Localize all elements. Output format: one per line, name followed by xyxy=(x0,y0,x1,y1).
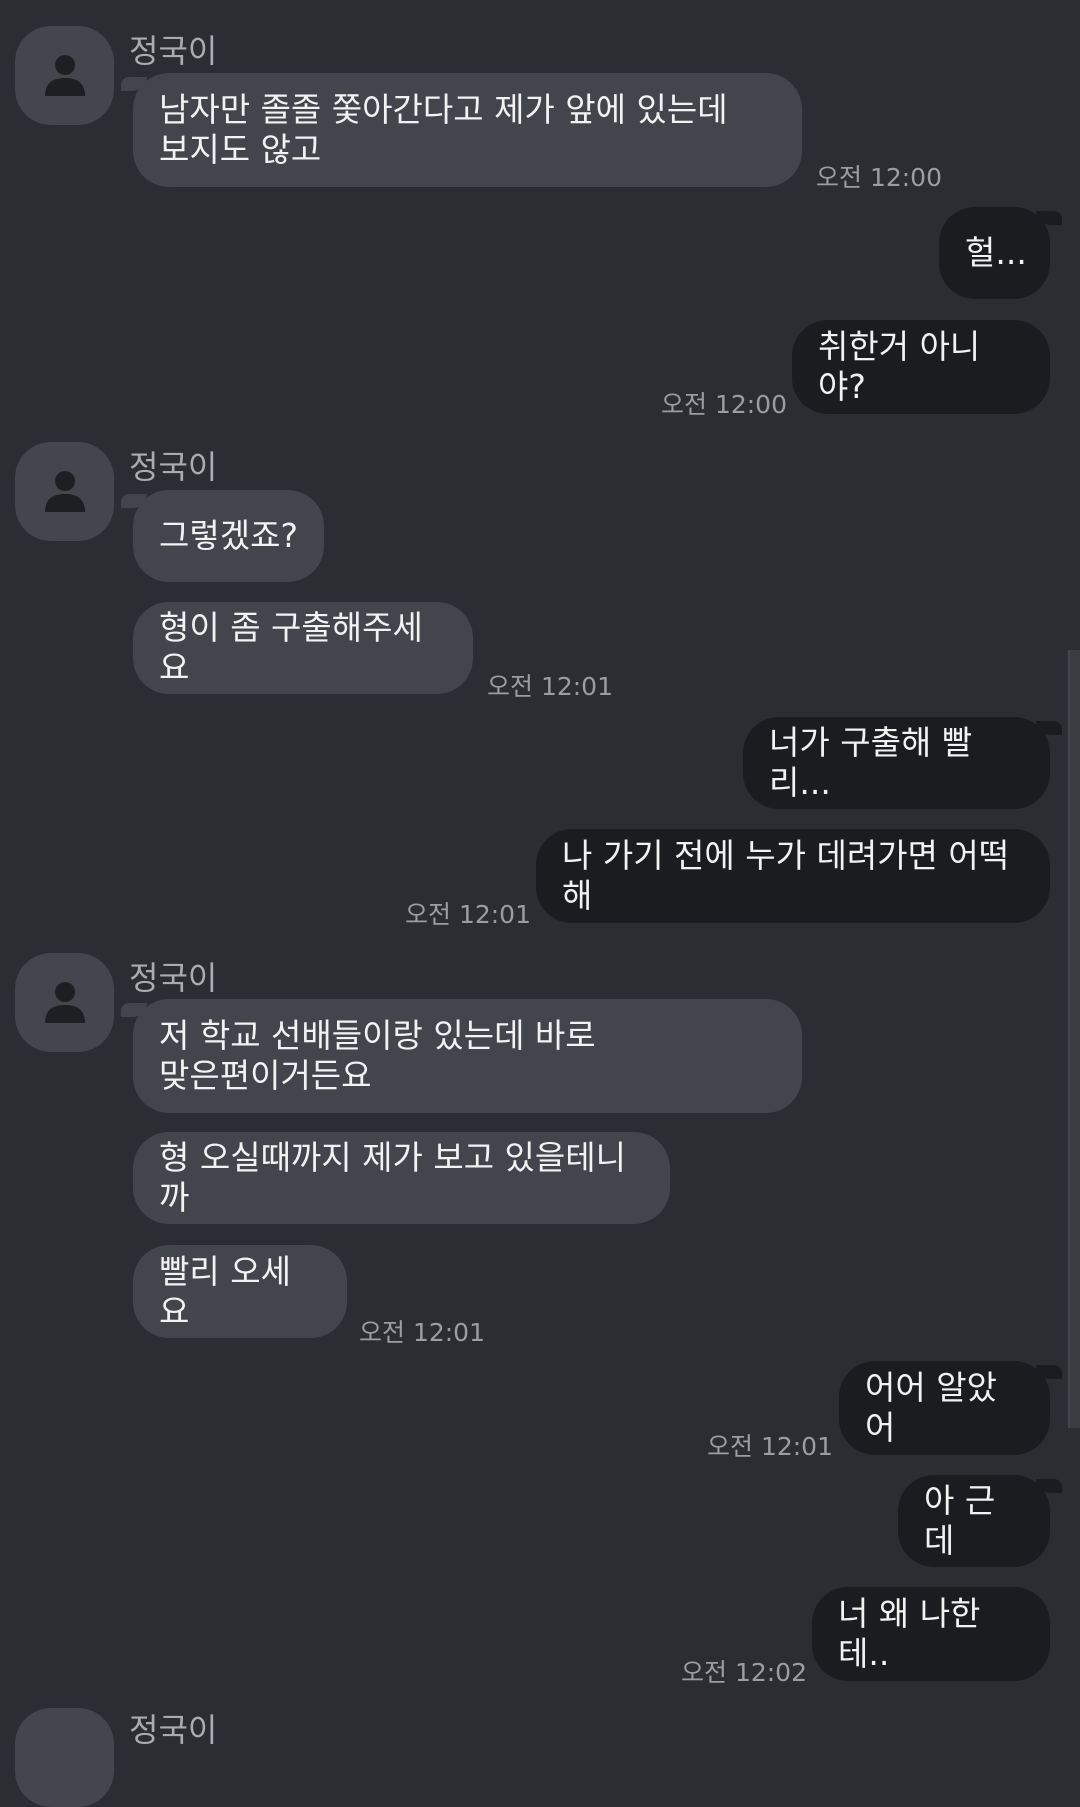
message-bubble-incoming[interactable]: 저 학교 선배들이랑 있는데 바로 맞은편이거든요 xyxy=(121,999,802,1113)
message-time: 오전 12:01 xyxy=(487,672,613,701)
message-time: 오전 12:01 xyxy=(707,1432,833,1461)
message-bubble-incoming[interactable]: 형 오실때까지 제가 보고 있을테니까 xyxy=(133,1132,670,1224)
avatar[interactable] xyxy=(15,953,114,1052)
message-bubble-outgoing[interactable]: 나 가기 전에 누가 데려가면 어떡해 xyxy=(536,829,1050,923)
sender-name: 정국이 xyxy=(129,32,218,70)
message-time: 오전 12:01 xyxy=(359,1318,485,1347)
message-time: 오전 12:02 xyxy=(681,1658,807,1687)
person-icon xyxy=(45,55,85,96)
sender-name: 정국이 xyxy=(129,1711,218,1749)
person-icon xyxy=(45,982,85,1023)
message-bubble-incoming[interactable]: 남자만 졸졸 쫓아간다고 제가 앞에 있는데 보지도 않고 xyxy=(121,73,802,187)
scrollbar[interactable] xyxy=(1068,650,1080,1428)
message-time: 오전 12:00 xyxy=(816,163,942,192)
message-time: 오전 12:01 xyxy=(405,900,531,929)
message-bubble-incoming[interactable]: 그렇겠죠? xyxy=(121,490,324,582)
sender-name: 정국이 xyxy=(129,448,218,486)
person-icon xyxy=(45,471,85,512)
message-bubble-outgoing[interactable]: 헐... xyxy=(939,207,1062,299)
message-bubble-outgoing[interactable]: 너 왜 나한테.. xyxy=(812,1587,1050,1681)
message-time: 오전 12:00 xyxy=(661,390,787,419)
message-bubble-outgoing[interactable]: 취한거 아니야? xyxy=(792,320,1050,414)
avatar[interactable] xyxy=(15,1708,114,1807)
message-bubble-outgoing[interactable]: 어어 알았어 xyxy=(839,1361,1062,1455)
avatar[interactable] xyxy=(15,26,114,125)
sender-name: 정국이 xyxy=(129,959,218,997)
message-bubble-incoming[interactable]: 형이 좀 구출해주세요 xyxy=(133,602,473,694)
message-bubble-outgoing[interactable]: 아 근데 xyxy=(898,1475,1062,1567)
avatar[interactable] xyxy=(15,442,114,541)
message-bubble-outgoing[interactable]: 너가 구출해 빨리... xyxy=(743,717,1062,809)
message-bubble-incoming[interactable]: 빨리 오세요 xyxy=(133,1245,347,1338)
